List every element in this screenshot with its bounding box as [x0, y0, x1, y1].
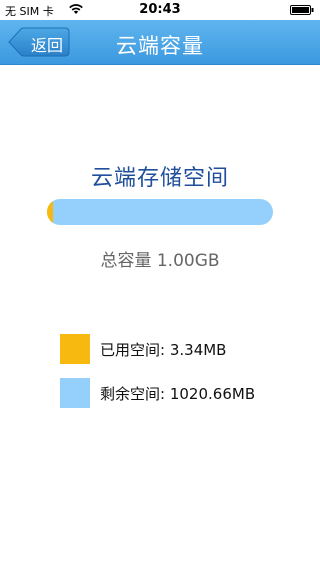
status-time: 20:43	[139, 2, 181, 17]
legend-used-label: 已用空间:	[100, 341, 166, 359]
legend-remaining-swatch	[60, 378, 90, 408]
page-title: 云端容量	[116, 34, 204, 58]
total-capacity: 总容量 1.00GB	[0, 246, 320, 271]
legend-used-text: 已用空间: 3.34MB	[100, 339, 226, 360]
legend-used-value: 3.34MB	[169, 341, 227, 359]
storage-progress-bar	[47, 199, 273, 225]
legend-used-swatch	[60, 334, 90, 364]
storage-progress-used-fill	[47, 199, 53, 225]
battery-icon	[290, 5, 314, 15]
legend-remaining-text: 剩余空间: 1020.66MB	[100, 383, 255, 404]
storage-section-title: 云端存储空间	[90, 166, 229, 191]
legend-remaining-label: 剩余空间:	[100, 385, 166, 403]
cloud-capacity-screen: 无 SIM 卡 20:43 返回 云端容量 云端存储空间 总容量 1.00GB …	[0, 0, 320, 568]
total-capacity-value: 1.00GB	[156, 251, 220, 271]
legend-remaining-value: 1020.66MB	[169, 385, 256, 403]
navigation-bar: 返回 云端容量	[0, 20, 320, 65]
total-capacity-label: 总容量	[100, 251, 152, 271]
status-bar: 无 SIM 卡 20:43	[0, 0, 320, 20]
